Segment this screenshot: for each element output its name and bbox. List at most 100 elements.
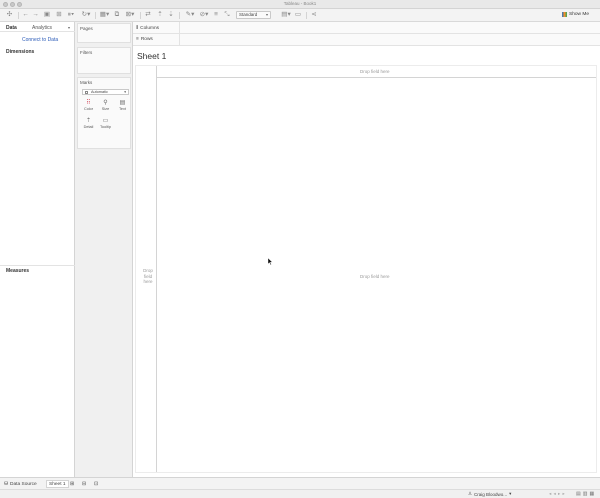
sheet-navigation[interactable]: ◂ ◂ ▸ ▸ <box>549 491 565 497</box>
new-dashboard-icon[interactable]: ⊟ <box>80 480 88 488</box>
dimensions-header: Dimensions <box>6 49 35 55</box>
text-button[interactable]: ▤ Text <box>116 100 129 115</box>
worksheet-area: ⦀ Columns ≡ Rows Sheet 1 Drop field here… <box>133 22 600 477</box>
rows-shelf[interactable]: ≡ Rows <box>133 34 600 46</box>
detail-icon: ⇡ <box>85 118 92 124</box>
size-icon: ⚲ <box>103 100 108 106</box>
labels-icon[interactable]: ≡ <box>212 11 220 20</box>
new-story-icon[interactable]: ⊡ <box>92 480 100 488</box>
sheet-tab-label: Sheet 1 <box>49 481 66 487</box>
show-me-icon <box>562 12 567 17</box>
data-pane: Data Analytics ▾ Connect to Data Dimensi… <box>0 22 75 477</box>
row-header-divider <box>156 66 157 472</box>
chevron-down-icon: ▾ <box>265 12 268 17</box>
data-pane-tabs: Data Analytics ▾ <box>0 22 75 32</box>
drop-field-rows[interactable]: Drop field here <box>141 268 155 285</box>
drop-field-columns[interactable]: Drop field here <box>360 69 390 74</box>
database-icon: ⛁ <box>4 481 9 487</box>
mark-type-select[interactable]: Automatic ▾ <box>82 89 129 95</box>
sheet-tabs-bar: ⛁ Data Source Sheet 1 ⊞ ⊟ ⊡ <box>0 477 600 489</box>
window-title: Tableau - Book1 <box>283 1 317 6</box>
columns-shelf-header: ⦀ Columns <box>136 25 160 32</box>
toolbar-separator <box>140 12 141 19</box>
sheet-title[interactable]: Sheet 1 <box>137 51 166 61</box>
sort-desc-icon[interactable]: ⇣ <box>167 11 175 20</box>
filters-card[interactable]: Filters <box>77 47 131 74</box>
group-icon[interactable]: ⊘▾ <box>198 11 210 20</box>
sort-asc-icon[interactable]: ⇡ <box>156 11 164 20</box>
refresh-icon[interactable]: ↻▾ <box>80 11 92 20</box>
status-bar: ♙ Craig Bloodwo... ▾ ◂ ◂ ▸ ▸ ▤ ▥ ▦ <box>0 489 600 498</box>
toolbar-separator <box>18 12 19 19</box>
marks-card: Marks Automatic ▾ ⠿ Color ⚲ Size ▤ Text … <box>77 77 131 149</box>
column-header-divider <box>156 77 596 78</box>
detail-label: Detail <box>83 125 94 129</box>
share-icon[interactable]: ⋖ <box>310 11 318 20</box>
chevron-down-icon: ▾ <box>509 491 512 496</box>
sheet-sorter-icon[interactable]: ▤ <box>576 491 581 497</box>
size-button[interactable]: ⚲ Size <box>99 100 112 115</box>
show-cards-icon[interactable]: ▤▾ <box>280 11 292 20</box>
title-bar: Tableau - Book1 <box>0 0 600 9</box>
undo-icon[interactable]: ← <box>22 11 29 20</box>
new-datasource-icon[interactable]: ⊞ <box>55 11 63 20</box>
data-source-tab[interactable]: ⛁ Data Source <box>2 480 39 488</box>
user-menu[interactable]: ♙ Craig Bloodwo... ▾ <box>468 491 511 497</box>
filters-card-label: Filters <box>80 50 93 55</box>
toolbar-separator <box>95 12 96 19</box>
chevron-down-icon: ▾ <box>124 90 126 94</box>
tooltip-label: Tooltip <box>100 125 111 129</box>
text-icon: ▤ <box>119 100 126 106</box>
tooltip-icon: ▭ <box>102 118 109 124</box>
highlight-icon[interactable]: ✎▾ <box>184 11 196 20</box>
view-canvas[interactable]: Drop field here Drop field here Drop fie… <box>135 65 597 473</box>
show-me-label: Show Me <box>569 12 589 17</box>
columns-shelf[interactable]: ⦀ Columns <box>133 22 600 34</box>
pause-icon[interactable]: ⏸▾ <box>66 11 76 20</box>
fix-axes-icon[interactable]: ⤡ <box>223 11 231 20</box>
mark-type-value: Automatic <box>91 90 108 94</box>
columns-shelf-label: Columns <box>140 25 160 31</box>
new-worksheet-icon[interactable]: ⊞ <box>68 480 76 488</box>
text-label: Text <box>119 107 126 111</box>
color-button[interactable]: ⠿ Color <box>82 100 95 115</box>
chevron-down-icon[interactable]: ▾ <box>68 25 70 30</box>
tab-data[interactable]: Data <box>6 25 17 31</box>
measures-header: Measures <box>6 268 30 274</box>
clear-icon[interactable]: ⊠▾ <box>124 11 136 20</box>
swap-icon[interactable]: ⇄ <box>144 11 152 20</box>
drop-field-view[interactable]: Drop field here <box>360 274 390 279</box>
tooltip-button[interactable]: ▭ Tooltip <box>99 118 112 133</box>
user-icon: ♙ <box>468 491 473 496</box>
new-sheet-icon[interactable]: ▦▾ <box>99 11 110 20</box>
pages-card[interactable]: Pages <box>77 23 131 43</box>
connect-to-data-link[interactable]: Connect to Data <box>22 37 58 43</box>
detail-button[interactable]: ⇡ Detail <box>82 118 95 133</box>
rows-icon: ≡ <box>136 37 139 42</box>
fit-select[interactable]: Standard ▾ <box>236 11 271 19</box>
tableau-logo-icon[interactable]: ✣ <box>5 11 14 20</box>
toolbar-separator <box>306 12 307 19</box>
tab-analytics[interactable]: Analytics <box>32 25 52 31</box>
presentation-icon[interactable]: ▭ <box>294 11 302 20</box>
rows-shelf-label: Rows <box>140 37 153 42</box>
toolbar-separator <box>179 12 180 19</box>
mark-type-icon <box>85 91 88 94</box>
duplicate-icon[interactable]: ⧉ <box>113 11 121 20</box>
sheet-tab[interactable]: Sheet 1 <box>46 480 69 488</box>
pages-card-label: Pages <box>80 26 93 31</box>
show-me-button[interactable]: Show Me <box>562 12 589 17</box>
color-icon: ⠿ <box>86 100 91 106</box>
save-icon[interactable]: ▣ <box>43 11 51 20</box>
divider <box>179 22 180 34</box>
filmstrip-icon[interactable]: ▥ <box>583 491 588 497</box>
divider <box>0 265 75 266</box>
data-source-tab-label: Data Source <box>10 481 37 487</box>
rows-shelf-header: ≡ Rows <box>136 37 153 42</box>
size-label: Size <box>101 107 110 111</box>
columns-icon: ⦀ <box>136 26 139 31</box>
redo-icon[interactable]: → <box>32 11 39 20</box>
divider <box>179 34 180 46</box>
tabs-view-icon[interactable]: ▦ <box>589 491 594 497</box>
cards-column: Pages Filters Marks Automatic ▾ ⠿ Color … <box>75 22 133 477</box>
